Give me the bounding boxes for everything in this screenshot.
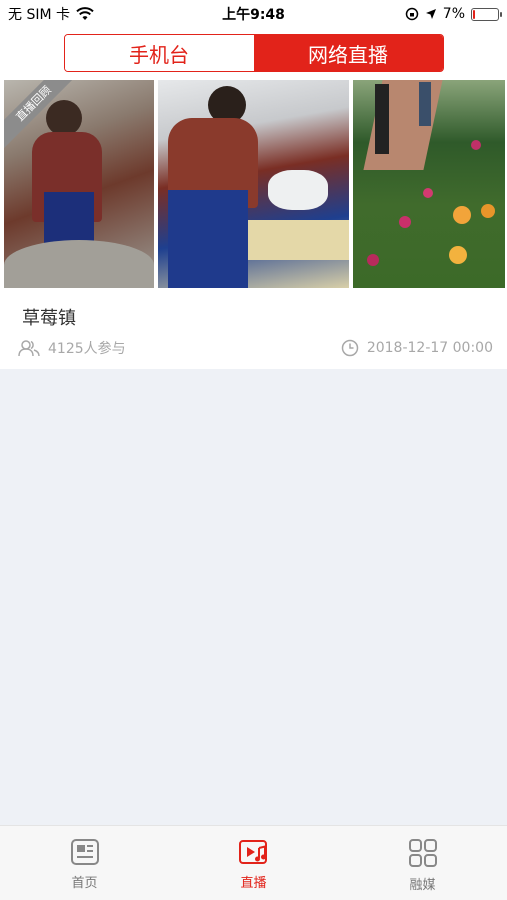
clock-icon xyxy=(341,339,359,357)
live-time: 2018-12-17 00:00 xyxy=(341,339,493,357)
live-title: 草莓镇 xyxy=(22,308,76,329)
status-time: 上午9:48 xyxy=(222,7,285,23)
battery-icon xyxy=(471,7,502,21)
bottom-tab-bar: 首页 直播 融媒 xyxy=(0,825,507,900)
battery-fill xyxy=(473,9,475,19)
battery-percent: 7% xyxy=(442,6,465,22)
tab-live[interactable]: 直播 xyxy=(169,826,338,900)
participants-count: 4125人参与 xyxy=(48,341,126,357)
live-datetime: 2018-12-17 00:00 xyxy=(366,340,493,356)
rotation-lock-icon xyxy=(405,7,419,21)
tab-media[interactable]: 融媒 xyxy=(338,826,507,900)
participants: 4125人参与 xyxy=(18,338,126,358)
thumbnail-image xyxy=(158,80,349,288)
carrier-label: 无 SIM 卡 xyxy=(8,7,70,23)
tab-mobile-tv[interactable]: 手机台 xyxy=(64,35,254,71)
tab-live-label: 直播 xyxy=(240,876,267,891)
tab-home[interactable]: 首页 xyxy=(0,826,169,900)
wifi-icon xyxy=(76,7,94,20)
live-meta: 4125人参与 2018-12-17 00:00 xyxy=(18,337,493,359)
header: 手机台 网络直播 xyxy=(0,28,507,78)
channel-switcher: 手机台 网络直播 xyxy=(63,34,444,72)
location-icon xyxy=(425,9,436,19)
tab-home-label: 首页 xyxy=(71,876,98,891)
status-left: 无 SIM 卡 xyxy=(8,4,178,24)
thumbnail-image: 直播回顾 xyxy=(4,80,154,288)
users-icon xyxy=(18,340,40,357)
grid-icon xyxy=(408,839,437,867)
live-card[interactable]: 直播回顾 草莓镇 4125人参与 2018-12-17 00:00 xyxy=(0,78,507,369)
tab-web-live[interactable]: 网络直播 xyxy=(253,35,443,71)
thumbnail-strip: 直播回顾 xyxy=(0,78,507,288)
thumbnail-image xyxy=(353,80,505,288)
tab-media-label: 融媒 xyxy=(409,878,436,893)
live-video-icon xyxy=(238,840,267,864)
news-icon xyxy=(70,839,99,865)
status-right: 7% xyxy=(329,6,502,22)
status-bar: 无 SIM 卡 上午9:48 7% xyxy=(0,0,507,28)
